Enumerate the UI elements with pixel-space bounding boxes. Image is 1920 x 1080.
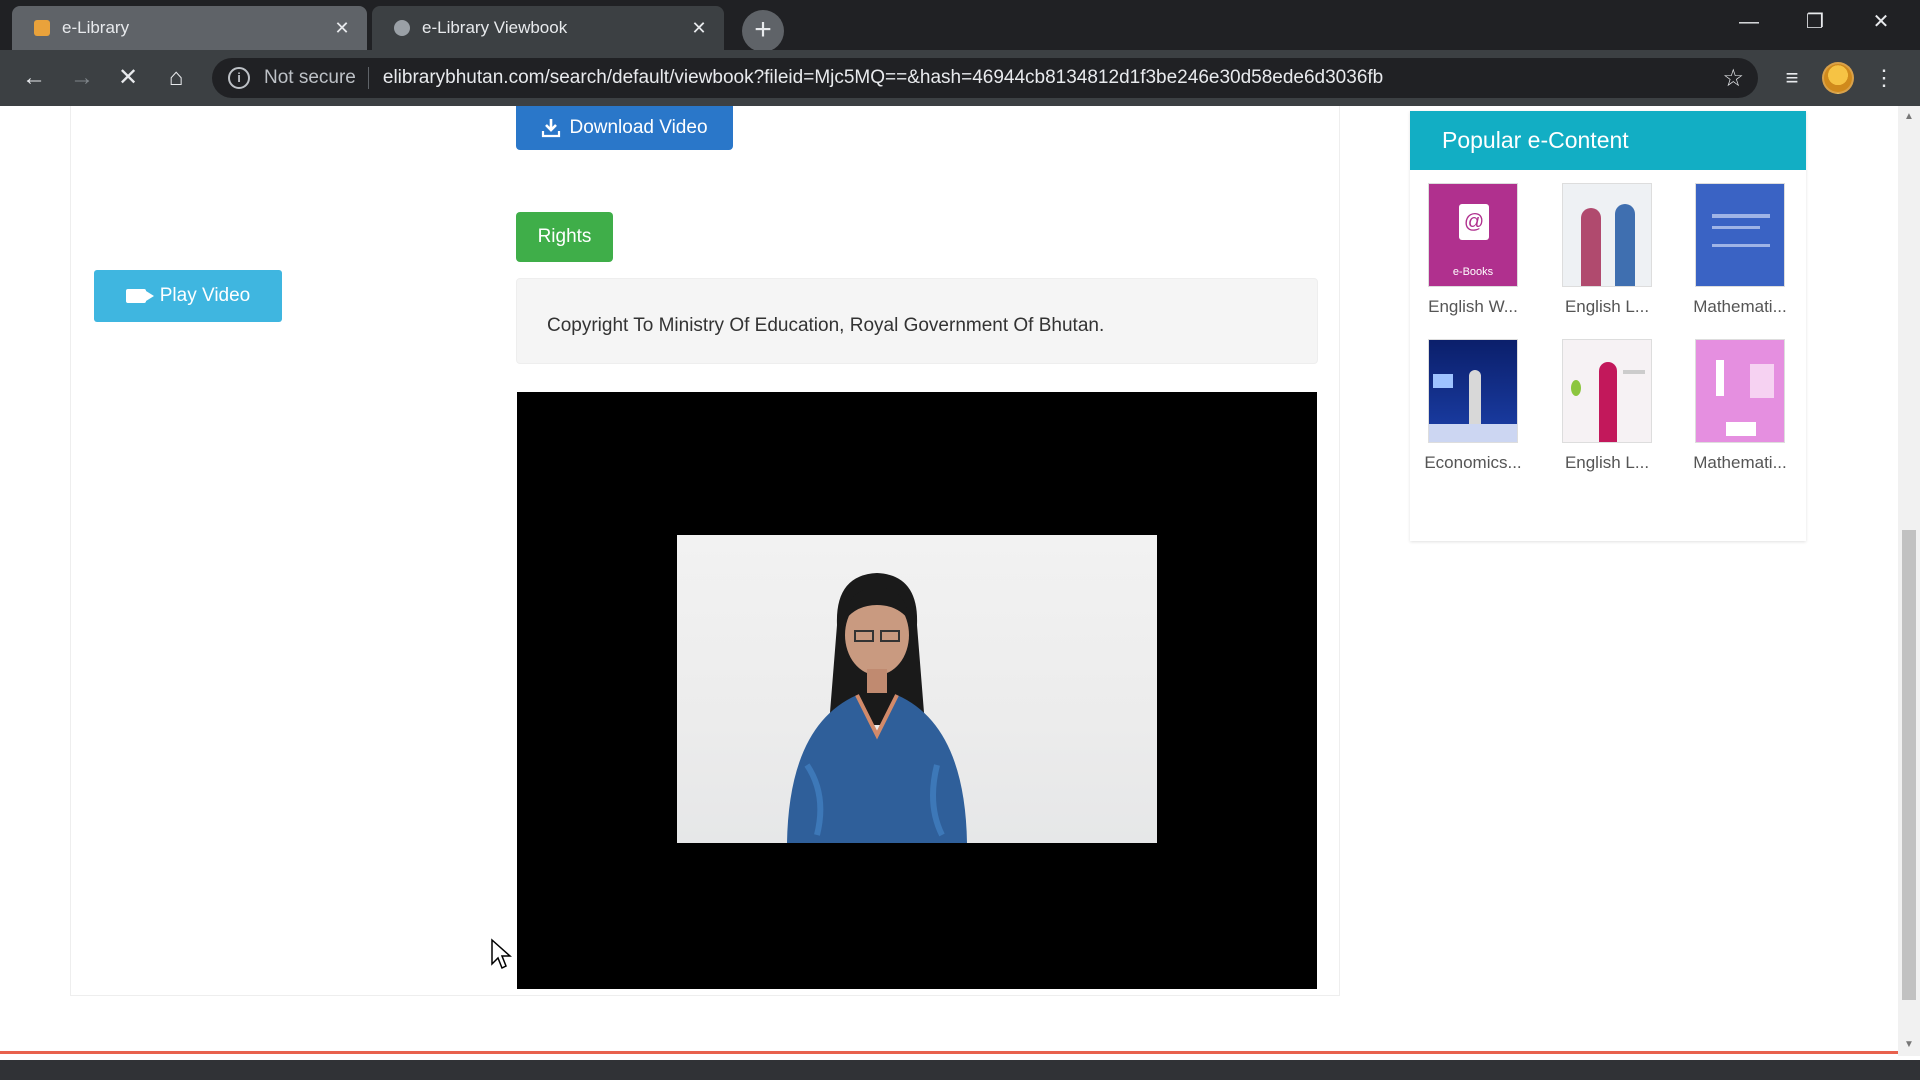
econtent-thumbnail[interactable]	[1562, 339, 1652, 443]
econtent-label[interactable]: Mathemati...	[1680, 297, 1800, 317]
popular-econtent-sidebar: Popular e-Content @ e-Books English W...…	[1410, 111, 1806, 541]
elibrary-favicon-icon	[34, 20, 50, 36]
econtent-thumbnail[interactable]	[1695, 183, 1785, 287]
econtent-label[interactable]: Mathemati...	[1680, 453, 1800, 473]
close-tab-icon[interactable]: ✕	[688, 18, 710, 39]
back-icon[interactable]: ←	[16, 60, 52, 96]
browser-tabstrip: e-Library ✕ e-Library Viewbook ✕ + — ❐ ✕	[0, 0, 1920, 52]
media-queue-icon[interactable]: ≡	[1774, 60, 1810, 96]
address-bar[interactable]: i Not secure elibrarybhutan.com/search/d…	[212, 58, 1758, 98]
sidebar-title: Popular e-Content	[1410, 111, 1806, 170]
menu-kebab-icon[interactable]: ⋮	[1872, 60, 1896, 96]
security-label: Not secure	[264, 67, 369, 89]
copyright-text: Copyright To Ministry Of Education, Roya…	[547, 315, 1105, 336]
econtent-label[interactable]: English L...	[1547, 297, 1667, 317]
econtent-thumbnail[interactable]	[1428, 339, 1518, 443]
page-scrollbar[interactable]: ▲ ▼	[1898, 106, 1920, 1056]
play-video-button[interactable]: Play Video	[94, 270, 282, 322]
bookmark-star-icon[interactable]: ☆	[1722, 64, 1744, 93]
rights-button[interactable]: Rights	[516, 212, 613, 262]
tab-title: e-Library	[62, 18, 130, 37]
video-frame	[677, 535, 1157, 843]
scroll-up-icon[interactable]: ▲	[1898, 108, 1920, 126]
econtent-label[interactable]: English L...	[1547, 453, 1667, 473]
restore-icon[interactable]: ❐	[1782, 0, 1848, 44]
info-icon[interactable]: i	[228, 67, 250, 89]
econtent-item[interactable]: English L...	[1547, 183, 1667, 317]
minimize-icon[interactable]: —	[1716, 0, 1782, 44]
econtent-label[interactable]: Economics...	[1413, 453, 1533, 473]
download-video-label: Download Video	[569, 117, 708, 138]
econtent-thumbnail[interactable]: @ e-Books	[1428, 183, 1518, 287]
econtent-item[interactable]: Mathemati...	[1680, 183, 1800, 317]
page-content: Download Video Rights Play Video Copyrig…	[0, 106, 1898, 1056]
econtent-item[interactable]: Economics...	[1413, 339, 1533, 473]
ebook-icon: @	[1459, 204, 1489, 240]
url-text[interactable]: elibrarybhutan.com/search/default/viewbo…	[383, 67, 1723, 89]
close-tab-icon[interactable]: ✕	[331, 18, 353, 39]
close-window-icon[interactable]: ✕	[1848, 0, 1914, 44]
copyright-notice: Copyright To Ministry Of Education, Roya…	[516, 278, 1318, 364]
scroll-thumb[interactable]	[1902, 530, 1916, 1000]
stop-loading-icon[interactable]: ✕	[110, 60, 146, 96]
tab-title: e-Library Viewbook	[422, 18, 568, 37]
econtent-item[interactable]: English L...	[1547, 339, 1667, 473]
home-icon[interactable]: ⌂	[158, 60, 194, 96]
presenter-image	[787, 573, 967, 843]
download-video-button[interactable]: Download Video	[516, 106, 733, 150]
play-video-label: Play Video	[159, 285, 251, 306]
ebook-cover-text: e-Books	[1452, 266, 1494, 278]
mouse-cursor-icon	[491, 938, 512, 970]
browser-tab-elibrary[interactable]: e-Library ✕	[12, 6, 367, 50]
footer-divider	[0, 1051, 1898, 1054]
forward-icon[interactable]: →	[64, 60, 100, 96]
video-player[interactable]	[517, 392, 1317, 989]
econtent-thumbnail[interactable]	[1695, 339, 1785, 443]
new-tab-button[interactable]: +	[742, 10, 784, 52]
econtent-item[interactable]: Mathemati...	[1680, 339, 1800, 473]
profile-avatar[interactable]	[1822, 62, 1854, 94]
scroll-down-icon[interactable]: ▼	[1898, 1036, 1920, 1054]
browser-toolbar: ← → ✕ ⌂ i Not secure elibrarybhutan.com/…	[0, 50, 1920, 106]
elibrary-favicon-icon	[394, 20, 410, 36]
video-camera-icon	[125, 289, 154, 303]
econtent-item[interactable]: @ e-Books English W...	[1413, 183, 1533, 317]
econtent-label[interactable]: English W...	[1413, 297, 1533, 317]
econtent-thumbnail[interactable]	[1562, 183, 1652, 287]
browser-tab-viewbook[interactable]: e-Library Viewbook ✕	[372, 6, 724, 50]
download-icon	[542, 119, 561, 138]
footer-bar	[0, 1060, 1920, 1080]
